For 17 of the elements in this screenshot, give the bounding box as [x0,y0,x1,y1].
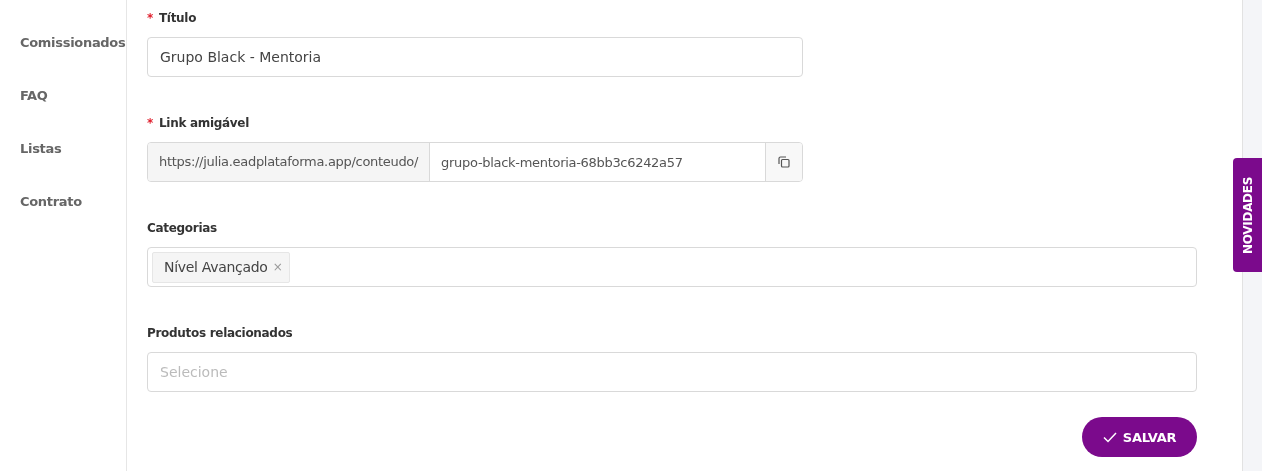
title-field[interactable]: Grupo Black - Mentoria [147,37,803,77]
sidebar-item[interactable]: FAQ [0,85,126,106]
save-button[interactable]: SALVAR [1082,417,1197,457]
sidebar-item[interactable]: Comissionados [0,32,126,53]
required-mark: * [147,11,153,25]
check-icon [1102,431,1117,443]
categories-field[interactable]: Nível Avançado × [147,247,1197,287]
field-label: Categorias [147,220,218,237]
field-label: * Título [147,10,198,27]
required-mark: * [147,116,153,130]
tag-label: Nível Avançado [164,259,268,275]
field-label: Produtos relacionados [147,325,294,342]
sidebar-item[interactable]: Listas [0,138,126,159]
news-tab[interactable]: NOVIDADES [1233,158,1262,272]
field-label: * Link amigável [147,115,251,132]
sidebar-item[interactable]: Contrato [0,191,126,212]
products-field[interactable]: Selecione [147,352,1197,392]
